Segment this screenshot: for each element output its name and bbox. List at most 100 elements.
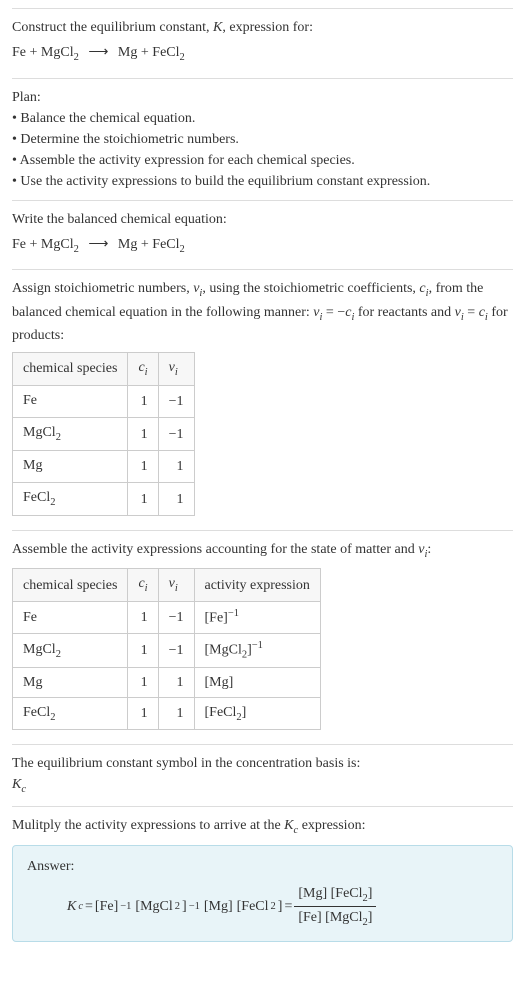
activity-expr: [MgCl bbox=[205, 642, 242, 657]
activity-expr: [FeCl bbox=[205, 705, 237, 720]
den-b: ] bbox=[368, 910, 373, 925]
reactant-fe: Fe bbox=[12, 45, 26, 60]
nu-sub: i bbox=[175, 583, 178, 594]
k-symbol: K bbox=[284, 818, 293, 833]
species-name: Fe bbox=[23, 610, 37, 625]
c-sub: i bbox=[145, 367, 148, 378]
col-nui: νi bbox=[158, 353, 194, 386]
plan-bullet: • Use the activity expressions to build … bbox=[12, 171, 513, 192]
product-fecl2-sub: 2 bbox=[180, 243, 185, 254]
plus-sign: + bbox=[137, 237, 152, 252]
product-fecl2: FeCl bbox=[152, 237, 179, 252]
k-symbol: K bbox=[12, 777, 21, 792]
species-name: FeCl bbox=[23, 705, 50, 720]
table-row: Fe 1 −1 bbox=[13, 385, 195, 418]
table-header-row: chemical species ci νi bbox=[13, 353, 195, 386]
activity-intro: Assemble the activity expressions accoun… bbox=[12, 539, 513, 563]
equals-sign: = bbox=[284, 896, 292, 917]
col-activity: activity expression bbox=[194, 569, 320, 602]
mult-suffix: expression: bbox=[298, 818, 365, 833]
kc-basis-section: The equilibrium constant symbol in the c… bbox=[12, 744, 513, 806]
species-sub: 2 bbox=[56, 432, 61, 443]
num-b: ] bbox=[368, 886, 373, 901]
plus-sign: + bbox=[137, 45, 152, 60]
species-sub: 2 bbox=[50, 712, 55, 723]
nui-cell: −1 bbox=[158, 385, 194, 418]
species-cell: Fe bbox=[13, 385, 128, 418]
activity-text: Assemble the activity expressions accoun… bbox=[12, 542, 418, 557]
term-mg: [Mg] bbox=[204, 896, 233, 917]
equals-sign: = bbox=[464, 305, 479, 320]
kc-symbol: Kc bbox=[12, 774, 513, 798]
table-header-row: chemical species ci νi activity expressi… bbox=[13, 569, 321, 602]
num-a: [Mg] [FeCl bbox=[298, 886, 362, 901]
term-fe-sup: −1 bbox=[120, 899, 131, 915]
reaction-arrow-icon: ⟶ bbox=[88, 234, 108, 255]
col-ci: ci bbox=[128, 353, 158, 386]
ci-cell: 1 bbox=[128, 450, 158, 483]
balanced-equation: Fe + MgCl2 ⟶ Mg + FeCl2 bbox=[12, 234, 513, 258]
term-fe: [Fe] bbox=[95, 896, 118, 917]
species-cell: FeCl2 bbox=[13, 697, 128, 730]
plan-section: Plan: • Balance the chemical equation. •… bbox=[12, 78, 513, 200]
species-sub: 2 bbox=[50, 497, 55, 508]
plan-bullet: • Determine the stoichiometric numbers. bbox=[12, 129, 513, 150]
reactant-mgcl2-sub: 2 bbox=[74, 243, 79, 254]
activity-cell: [Fe]−1 bbox=[194, 602, 320, 634]
col-ci: ci bbox=[128, 569, 158, 602]
prompt-K: K bbox=[213, 20, 222, 35]
reaction-equation: Fe + MgCl2 ⟶ Mg + FeCl2 bbox=[12, 42, 513, 66]
nu-sub: i bbox=[175, 367, 178, 378]
activity-expr: [Mg] bbox=[205, 675, 234, 690]
term-fecl2-a: [FeCl bbox=[237, 896, 269, 917]
term-mgcl2-b: ] bbox=[182, 896, 187, 917]
term-mgcl2-a: [MgCl bbox=[135, 896, 172, 917]
nui-cell: 1 bbox=[158, 667, 194, 697]
activity-cell: [Mg] bbox=[194, 667, 320, 697]
ci-cell: 1 bbox=[128, 483, 158, 516]
plan-bullet: • Balance the chemical equation. bbox=[12, 108, 513, 129]
plus-sign: + bbox=[26, 237, 41, 252]
reactant-mgcl2-sub: 2 bbox=[74, 52, 79, 63]
species-cell: FeCl2 bbox=[13, 483, 128, 516]
kc-basis-text: The equilibrium constant symbol in the c… bbox=[12, 753, 513, 774]
table-row: MgCl2 1 −1 bbox=[13, 418, 195, 451]
product-mg: Mg bbox=[118, 45, 137, 60]
ci-cell: 1 bbox=[128, 385, 158, 418]
ci-cell: 1 bbox=[128, 667, 158, 697]
table-row: FeCl2 1 1 bbox=[13, 483, 195, 516]
reactant-mgcl2: MgCl bbox=[41, 237, 74, 252]
species-name: FeCl bbox=[23, 490, 50, 505]
plan-title: Plan: bbox=[12, 87, 513, 108]
species-name: Mg bbox=[23, 675, 42, 690]
table-row: Mg 1 1 [Mg] bbox=[13, 667, 321, 697]
col-species: chemical species bbox=[13, 353, 128, 386]
fraction: [Mg] [FeCl2] [Fe] [MgCl2] bbox=[294, 883, 376, 931]
species-name: Mg bbox=[23, 458, 42, 473]
prompt-suffix: , expression for: bbox=[222, 20, 313, 35]
activity-section: Assemble the activity expressions accoun… bbox=[12, 530, 513, 745]
answer-box: Answer: Kc = [Fe]−1 [MgCl2]−1 [Mg] [FeCl… bbox=[12, 845, 513, 942]
stoich-text: Assign stoichiometric numbers, bbox=[12, 281, 193, 296]
prompt-section: Construct the equilibrium constant, K, e… bbox=[12, 8, 513, 78]
kc-expression: Kc = [Fe]−1 [MgCl2]−1 [Mg] [FeCl2] = [Mg… bbox=[27, 883, 498, 931]
multiply-text: Mulitply the activity expressions to arr… bbox=[12, 815, 513, 839]
prompt-line: Construct the equilibrium constant, K, e… bbox=[12, 17, 513, 38]
table-row: MgCl2 1 −1 [MgCl2]−1 bbox=[13, 633, 321, 667]
product-fecl2: FeCl bbox=[152, 45, 179, 60]
ci-cell: 1 bbox=[128, 418, 158, 451]
activity-expr: [Fe] bbox=[205, 611, 228, 626]
col-nui: νi bbox=[158, 569, 194, 602]
multiply-section: Mulitply the activity expressions to arr… bbox=[12, 806, 513, 950]
species-name: MgCl bbox=[23, 642, 56, 657]
k-sub: c bbox=[21, 784, 26, 795]
species-cell: Fe bbox=[13, 602, 128, 634]
species-cell: Mg bbox=[13, 450, 128, 483]
balanced-title: Write the balanced chemical equation: bbox=[12, 209, 513, 230]
species-name: Fe bbox=[23, 393, 37, 408]
stoich-section: Assign stoichiometric numbers, νi, using… bbox=[12, 269, 513, 530]
equals-neg: = − bbox=[322, 305, 345, 320]
species-sub: 2 bbox=[56, 648, 61, 659]
species-cell: MgCl2 bbox=[13, 633, 128, 667]
term-mgcl2-sub: 2 bbox=[175, 899, 180, 915]
